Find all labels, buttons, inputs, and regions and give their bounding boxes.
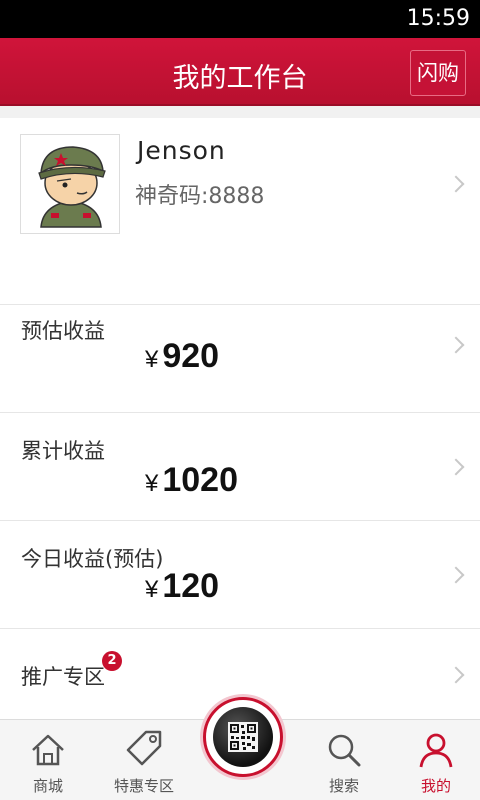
tag-icon xyxy=(126,730,162,766)
chevron-right-icon xyxy=(447,175,465,193)
app-header: 我的工作台 闪购 xyxy=(0,38,480,106)
status-time: 15:59 xyxy=(406,6,470,31)
qr-code-icon xyxy=(228,722,258,752)
home-icon xyxy=(32,734,64,766)
soldier-avatar-icon xyxy=(21,135,119,233)
tab-mine[interactable]: 我的 xyxy=(396,720,476,800)
avatar xyxy=(20,134,120,234)
user-name: Jenson xyxy=(137,136,226,165)
tab-search[interactable]: 搜索 xyxy=(304,720,384,800)
profile-card[interactable]: Jenson 神奇码:8888 xyxy=(0,118,480,304)
tab-mall[interactable]: 商城 xyxy=(8,720,88,800)
currency-symbol: ¥ xyxy=(145,346,159,373)
stat-value: 1020 xyxy=(162,461,238,499)
person-icon xyxy=(419,733,453,768)
chevron-right-icon xyxy=(447,566,465,584)
chevron-right-icon xyxy=(447,336,465,354)
qr-button-face xyxy=(213,707,273,767)
notification-badge: 2 xyxy=(102,651,122,671)
user-code: 神奇码:8888 xyxy=(135,184,265,209)
search-icon xyxy=(328,734,361,767)
page-title: 我的工作台 xyxy=(172,63,308,94)
chevron-right-icon xyxy=(447,666,465,684)
stat-amount: ¥920 xyxy=(145,337,219,376)
currency-symbol: ¥ xyxy=(145,470,159,497)
flash-sale-button[interactable]: 闪购 xyxy=(410,50,466,96)
status-bar: 15:59 xyxy=(0,0,480,38)
tab-deals[interactable]: 特惠专区 xyxy=(100,720,188,800)
stat-value: 120 xyxy=(162,567,220,605)
stat-amount: ¥1020 xyxy=(145,461,238,500)
tab-label: 商城 xyxy=(32,777,63,795)
tab-label: 搜索 xyxy=(328,777,359,795)
promo-label: 推广专区 xyxy=(21,665,105,689)
chevron-right-icon xyxy=(447,458,465,476)
stat-label: 预估收益 xyxy=(21,319,105,343)
stat-row-today[interactable]: 今日收益(预估) ¥120 xyxy=(0,520,480,628)
qr-scan-button[interactable] xyxy=(203,697,283,777)
stat-row-accumulated[interactable]: 累计收益 ¥1020 xyxy=(0,412,480,520)
header-divider xyxy=(0,106,480,118)
stat-value: 920 xyxy=(162,337,220,375)
stat-row-estimated[interactable]: 预估收益 ¥920 xyxy=(0,304,480,412)
stat-label: 累计收益 xyxy=(21,439,105,463)
tab-label: 特惠专区 xyxy=(113,777,174,795)
tab-label: 我的 xyxy=(420,777,451,795)
currency-symbol: ¥ xyxy=(145,576,159,603)
stat-amount: ¥120 xyxy=(145,567,219,606)
stat-label: 今日收益(预估) xyxy=(21,547,164,571)
